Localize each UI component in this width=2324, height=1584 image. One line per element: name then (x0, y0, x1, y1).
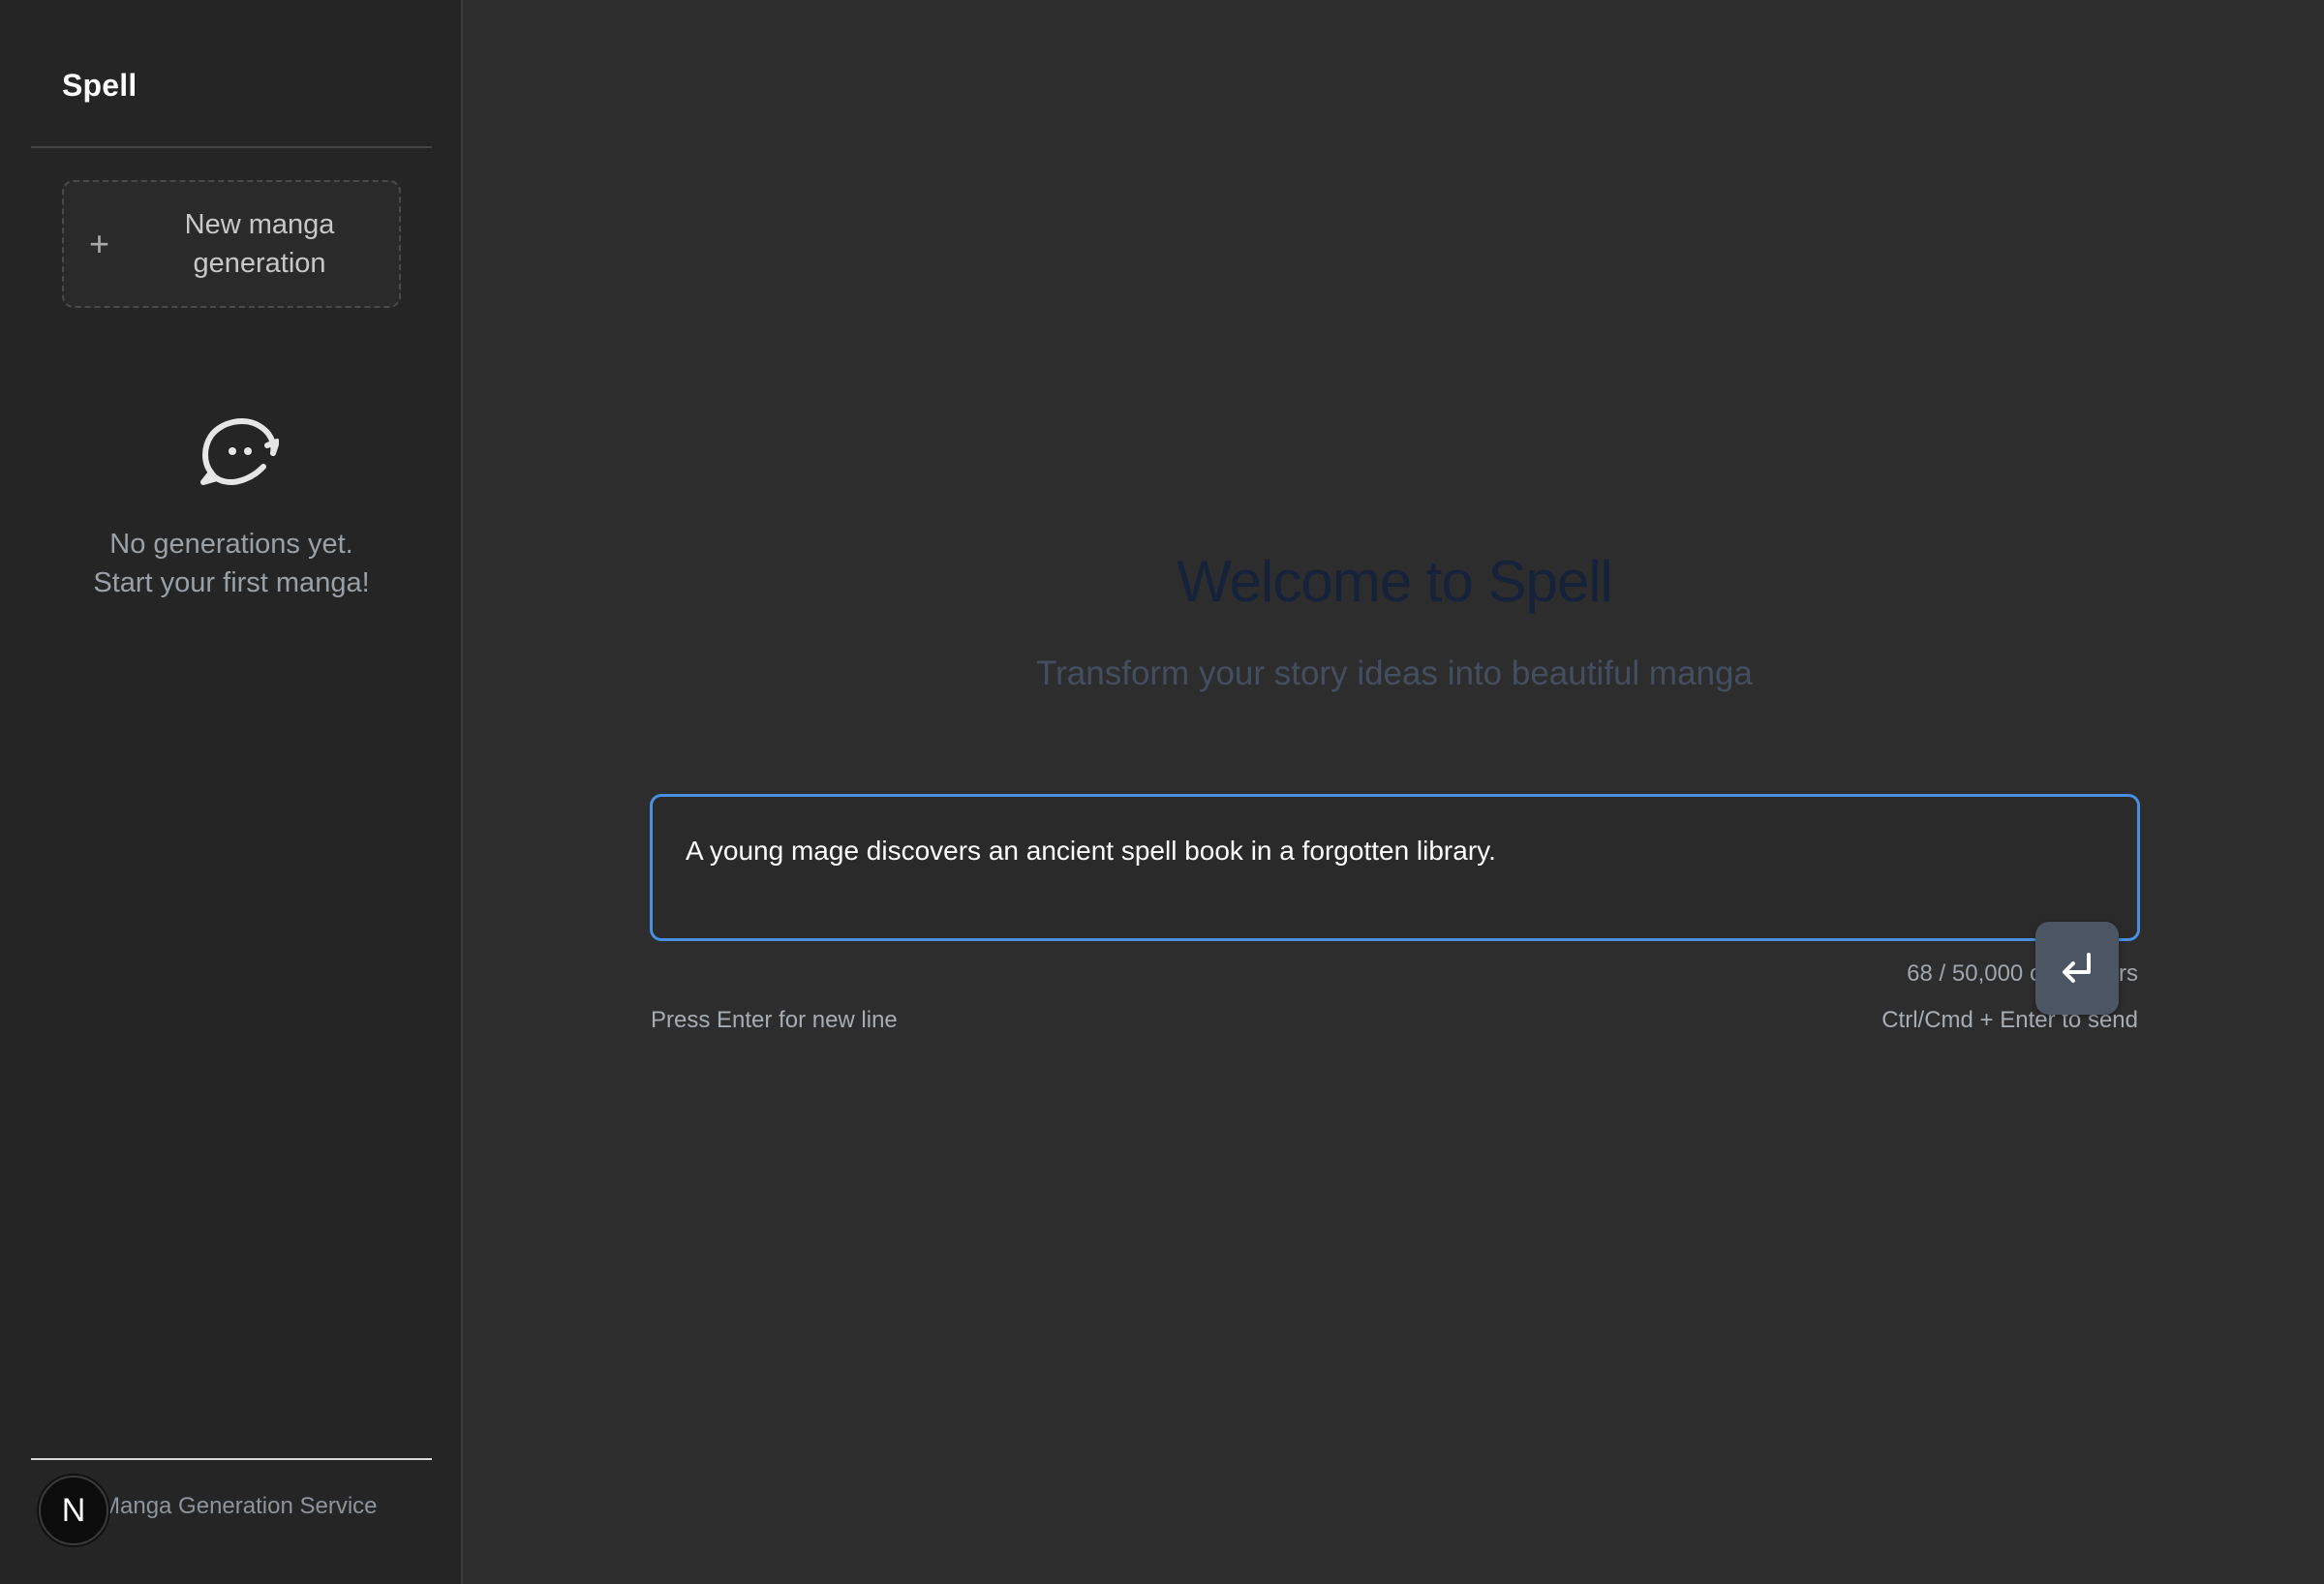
app-window: Spell + New manga generation No generati… (0, 0, 2324, 1584)
chat-bubble-face-icon (200, 418, 279, 485)
enter-return-icon (2063, 953, 2091, 983)
sidebar: Spell + New manga generation No generati… (0, 0, 463, 1584)
page-title: Welcome to Spell (1177, 549, 1613, 614)
new-generation-label: New manga generation (184, 209, 335, 279)
page-subtitle: Transform your story ideas into beautifu… (1036, 655, 1753, 692)
footer-service-text: Manga Generation Service (101, 1493, 378, 1519)
story-prompt-text[interactable]: A young mage discovers an ancient spell … (686, 834, 2104, 868)
brand-title: Spell (62, 68, 138, 103)
avatar[interactable]: N (39, 1476, 108, 1545)
empty-state-message: No generations yet. Start your first man… (39, 525, 424, 602)
newline-hint: Press Enter for new line (651, 1007, 898, 1033)
empty-state-line1: No generations yet. (109, 529, 353, 560)
plus-icon: + (89, 224, 110, 263)
main-content: Welcome to Spell Transform your story id… (465, 0, 2324, 1584)
send-button[interactable] (2035, 922, 2119, 1015)
empty-state-line2: Start your first manga! (93, 567, 370, 598)
story-prompt-input[interactable]: A young mage discovers an ancient spell … (650, 794, 2140, 941)
new-manga-generation-button[interactable]: + New manga generation (62, 180, 401, 308)
sidebar-divider (31, 146, 432, 148)
sidebar-footer-divider (31, 1458, 432, 1460)
